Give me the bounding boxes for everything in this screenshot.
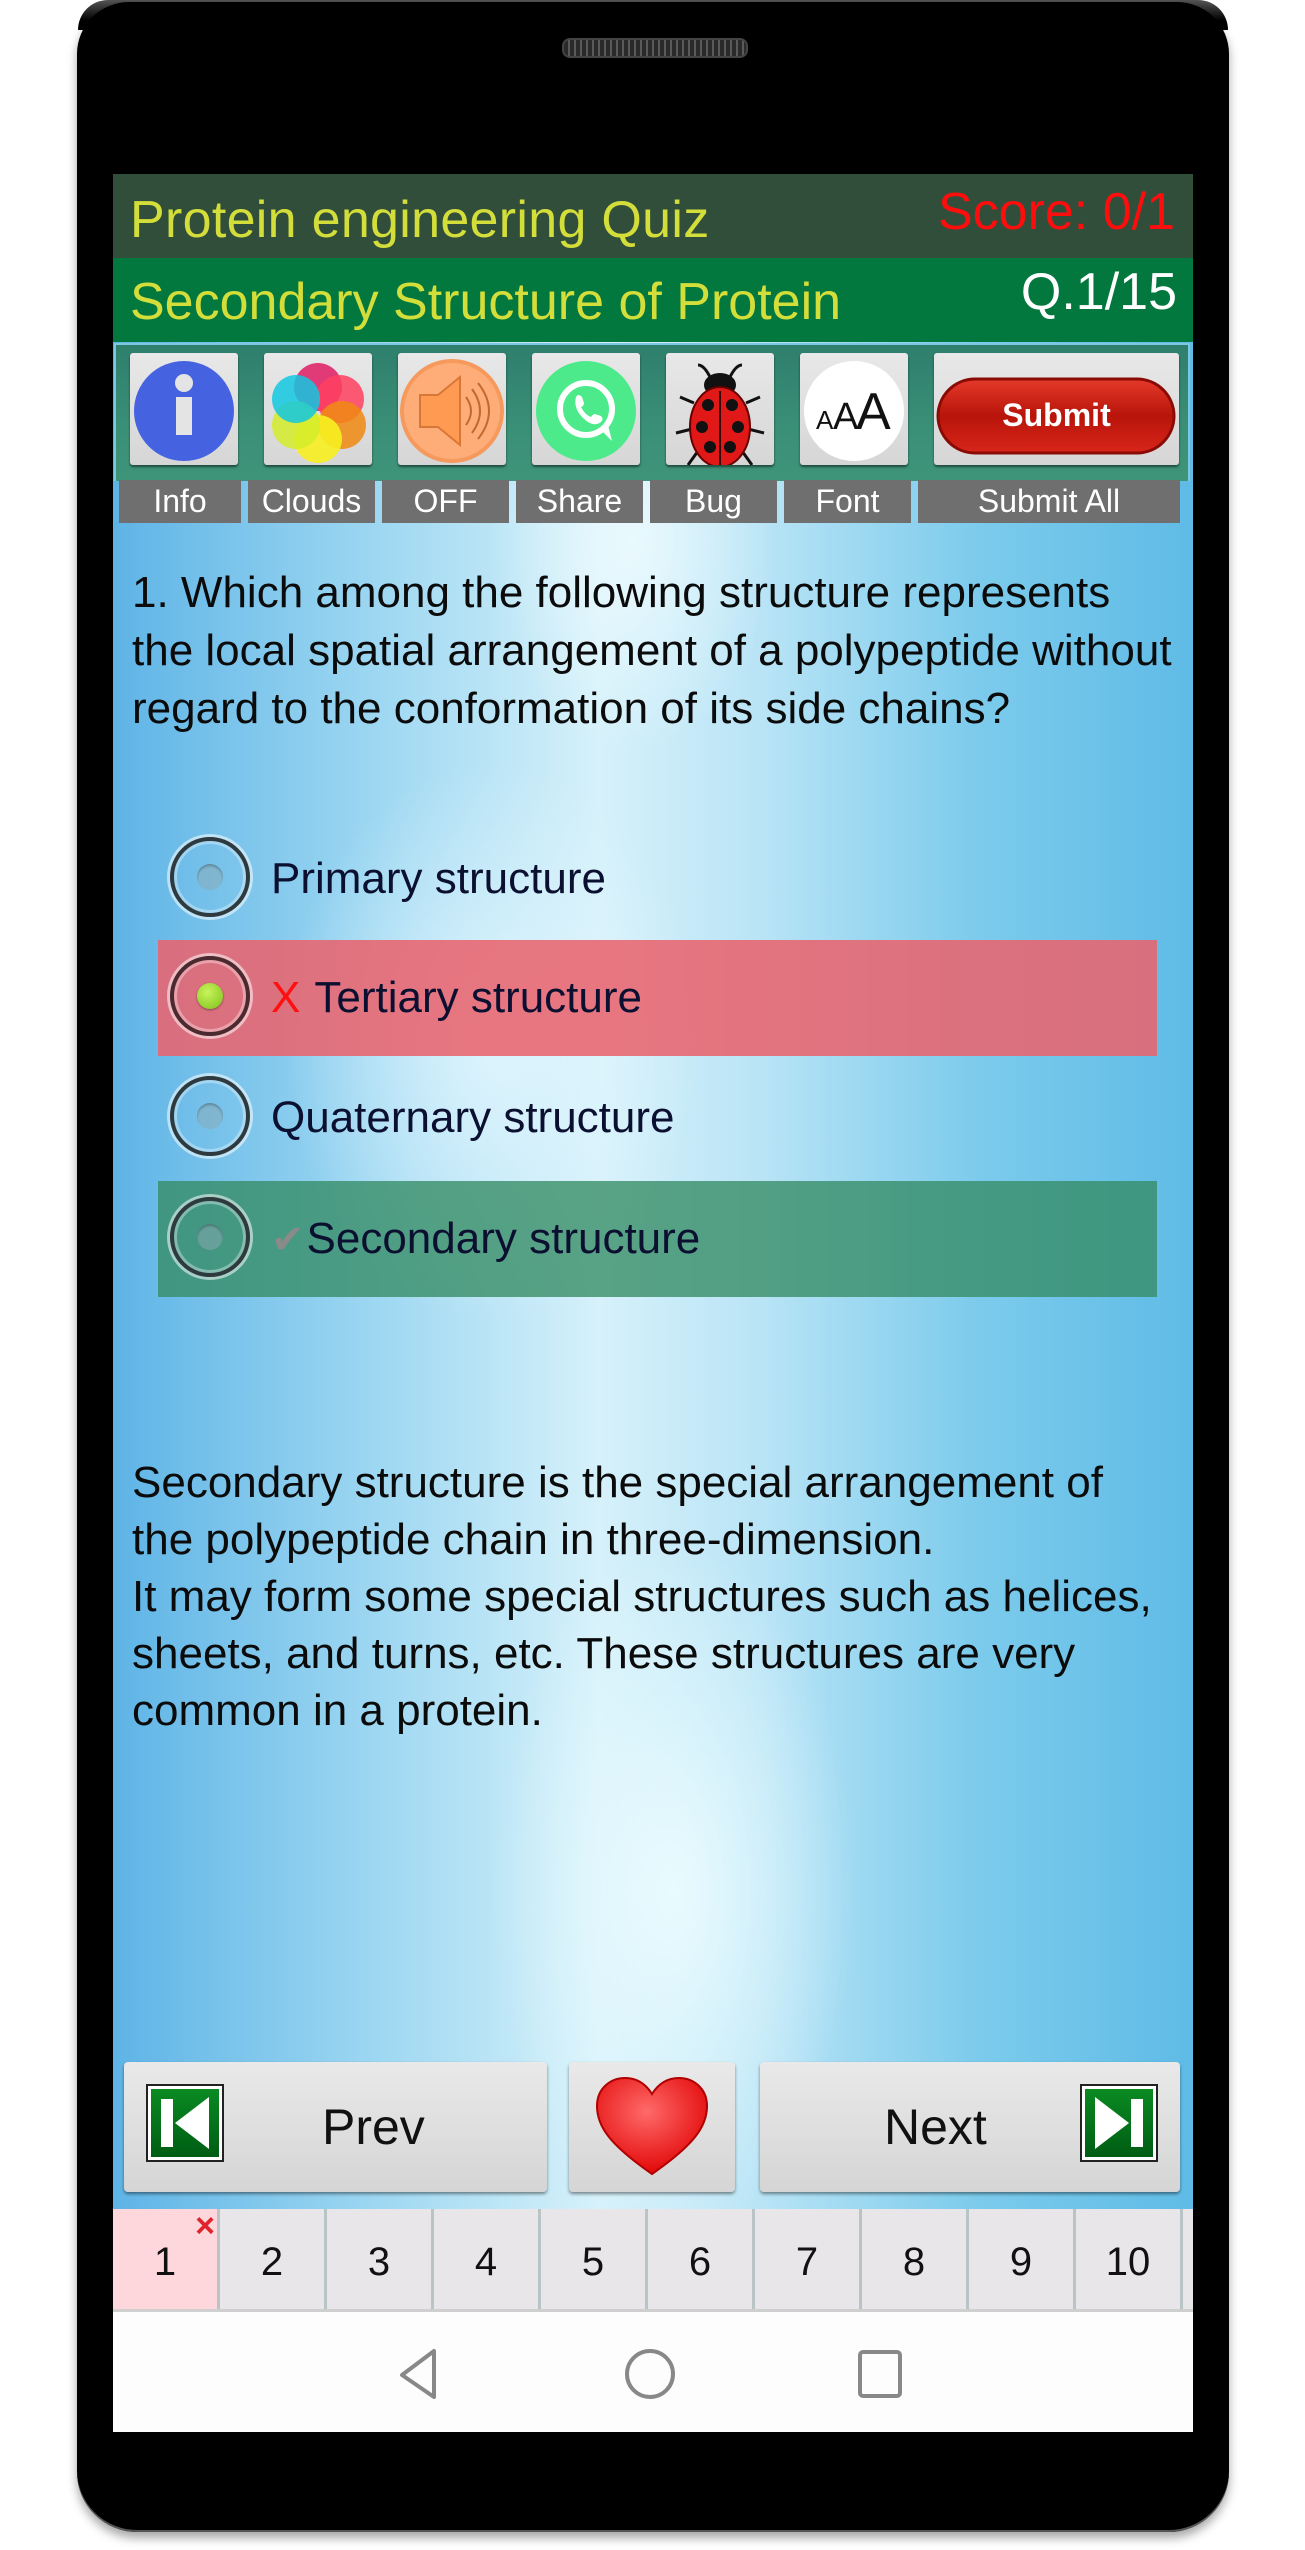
phone-speaker — [562, 38, 748, 58]
bug-report-button[interactable] — [666, 353, 774, 465]
phone-chin — [77, 2432, 1229, 2532]
share-button[interactable] — [532, 353, 640, 465]
title-bar: Protein engineering Quiz Score: 0/1 — [113, 174, 1193, 258]
score-display: Score: 0/1 — [937, 183, 1175, 241]
prev-button[interactable]: Prev — [124, 2062, 547, 2192]
heart-icon — [595, 2076, 709, 2176]
bug-label: Bug — [650, 480, 777, 523]
prev-icon — [146, 2084, 224, 2162]
font-size-icon: A A A — [804, 361, 904, 461]
app-title: Protein engineering Quiz — [130, 191, 710, 249]
wrong-badge-icon: × — [195, 2207, 215, 2245]
radio-button[interactable] — [170, 837, 250, 917]
next-button[interactable]: Next — [760, 2062, 1180, 2192]
question-tabs: 1 × 2 3 4 5 6 7 8 9 10 — [113, 2207, 1193, 2312]
font-label: Font — [784, 480, 911, 523]
home-icon[interactable] — [623, 2347, 677, 2401]
share-label: Share — [516, 480, 643, 523]
recents-icon[interactable] — [855, 2347, 905, 2401]
correct-check-icon: ✔ — [271, 1218, 305, 1262]
option-4[interactable]: ✔Secondary structure — [158, 1181, 1157, 1297]
explanation-text: Secondary structure is the special arran… — [132, 1458, 1152, 1735]
submit-all-button[interactable]: Submit — [934, 353, 1179, 465]
question-tab-10[interactable]: 10 — [1076, 2209, 1183, 2309]
next-icon — [1080, 2084, 1158, 2162]
sound-label: OFF — [382, 480, 509, 523]
option-2[interactable]: X Tertiary structure — [158, 940, 1157, 1056]
submit-button-text: Submit — [1002, 397, 1111, 433]
question-tab-next-partial[interactable] — [1183, 2209, 1193, 2309]
question-tab-5[interactable]: 5 — [541, 2209, 648, 2309]
question-counter: Q.1/15 — [1020, 263, 1177, 321]
radio-button-selected[interactable] — [170, 956, 250, 1036]
radio-button[interactable] — [170, 1197, 250, 1277]
clouds-button[interactable] — [264, 353, 372, 465]
topic-bar: Secondary Structure of Protein Q.1/15 — [113, 258, 1193, 342]
option-label: ✔Secondary structure — [271, 1214, 701, 1263]
speaker-icon — [400, 359, 504, 463]
question-tab-6[interactable]: 6 — [648, 2209, 755, 2309]
wrong-mark-icon: X — [271, 973, 301, 1022]
next-label: Next — [884, 2099, 987, 2155]
info-label: Info — [119, 480, 241, 523]
svg-text:A: A — [856, 383, 891, 441]
svg-text:A: A — [816, 405, 834, 435]
app-screen: Protein engineering Quiz Score: 0/1 Seco… — [113, 174, 1193, 2432]
option-label: Quaternary structure — [271, 1093, 675, 1142]
prev-label: Prev — [322, 2099, 425, 2155]
option-label: X Tertiary structure — [271, 973, 642, 1022]
ladybug-icon — [675, 363, 765, 465]
question-tab-9[interactable]: 9 — [969, 2209, 1076, 2309]
option-1[interactable]: Primary structure — [158, 818, 1157, 940]
font-size-button[interactable]: A A A — [800, 353, 908, 465]
option-3[interactable]: Quaternary structure — [158, 1056, 1157, 1180]
color-petals-icon — [272, 363, 366, 463]
question-tab-1[interactable]: 1 × — [113, 2207, 220, 2309]
option-label: Primary structure — [271, 854, 606, 903]
clouds-label: Clouds — [248, 480, 375, 523]
system-navigation-bar — [113, 2312, 1193, 2432]
back-icon[interactable] — [396, 2347, 446, 2401]
info-icon — [134, 361, 234, 461]
submit-all-label: Submit All — [918, 480, 1180, 523]
radio-button[interactable] — [170, 1076, 250, 1156]
question-text: 1. Which among the following structure r… — [132, 568, 1172, 733]
question-tab-4[interactable]: 4 — [434, 2209, 541, 2309]
whatsapp-icon — [536, 361, 636, 461]
sound-toggle-button[interactable] — [398, 353, 506, 465]
question-tab-2[interactable]: 2 — [220, 2209, 327, 2309]
question-tab-8[interactable]: 8 — [862, 2209, 969, 2309]
question-tab-7[interactable]: 7 — [755, 2209, 862, 2309]
topic-title: Secondary Structure of Protein — [130, 273, 842, 331]
question-tab-3[interactable]: 3 — [327, 2209, 434, 2309]
toolbar: A A A Submit — [114, 343, 1190, 481]
toolbar-labels: Info Clouds OFF Share Bug Font Submit Al… — [113, 480, 1193, 524]
favorite-button[interactable] — [569, 2062, 735, 2192]
info-button[interactable] — [130, 353, 238, 465]
